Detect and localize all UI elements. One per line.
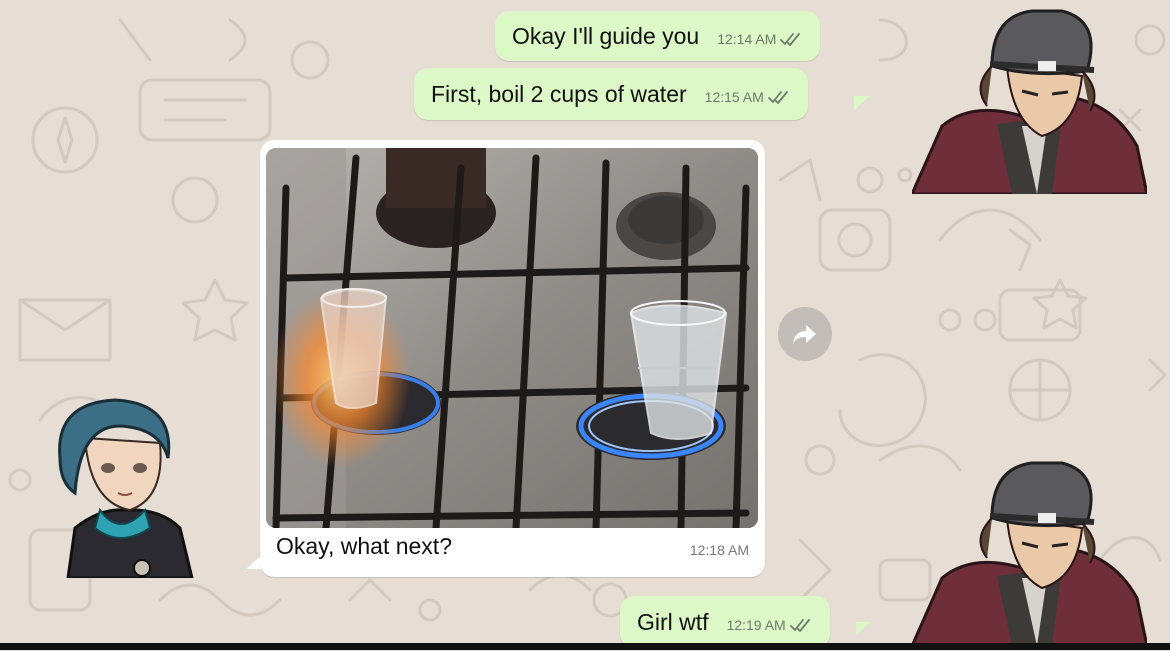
- double-check-icon: [767, 90, 788, 104]
- message-time: 12:18 AM: [689, 542, 749, 558]
- forward-arrow-icon: [793, 325, 816, 344]
- outgoing-message[interactable]: Girl wtf 12:19 AM: [620, 596, 830, 648]
- message-time: 12:15 AM: [704, 89, 764, 105]
- bubble-tail: [854, 96, 870, 110]
- bottom-edge: [0, 643, 1170, 650]
- stove-glasses-photo: [266, 148, 758, 528]
- message-time: 12:14 AM: [717, 31, 777, 47]
- image-caption: Okay, what next?: [276, 533, 452, 559]
- outgoing-message[interactable]: First, boil 2 cups of water 12:15 AM: [414, 68, 808, 120]
- bubble-tail: [856, 622, 870, 636]
- character-sticker[interactable]: [50, 398, 196, 578]
- character-sticker[interactable]: [912, 6, 1147, 194]
- forward-button[interactable]: [778, 307, 832, 361]
- character-sticker[interactable]: [912, 458, 1147, 646]
- message-text: First, boil 2 cups of water: [431, 81, 687, 107]
- double-check-icon: [789, 618, 810, 632]
- message-photo[interactable]: [266, 148, 758, 528]
- message-text: Girl wtf: [637, 609, 709, 635]
- incoming-image-message[interactable]: Okay, what next? 12:18 AM: [260, 140, 765, 577]
- double-check-icon: [780, 32, 801, 46]
- message-text: Okay I'll guide you: [512, 23, 700, 49]
- outgoing-message[interactable]: Okay I'll guide you 12:14 AM: [495, 11, 821, 61]
